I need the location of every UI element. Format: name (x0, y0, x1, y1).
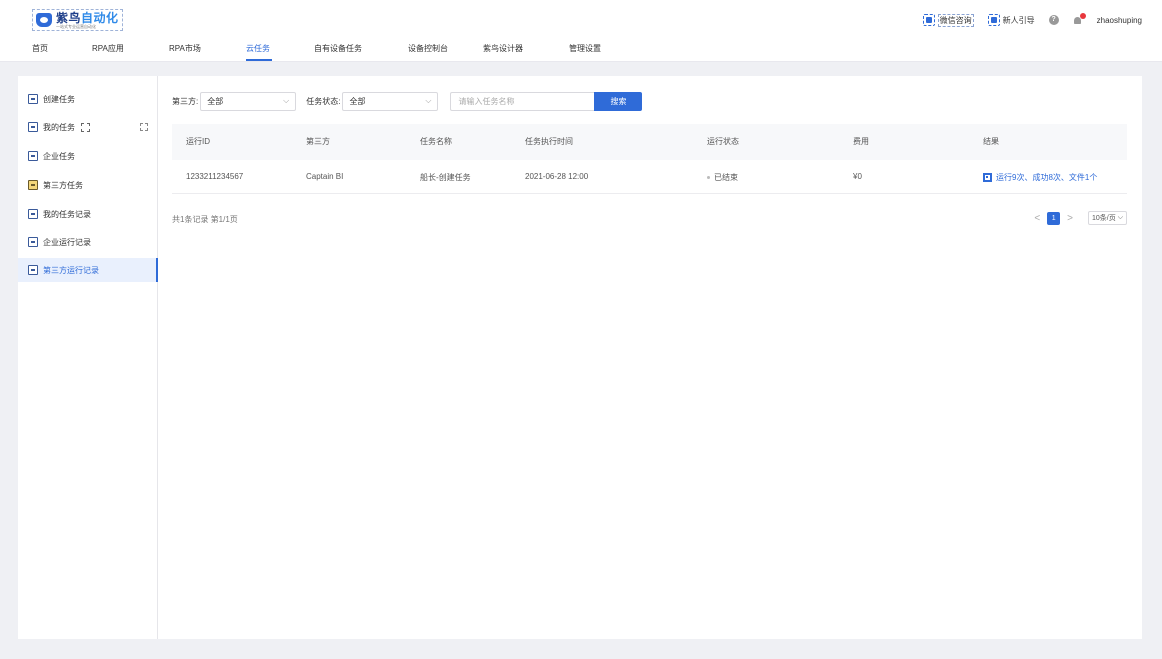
task-name-search-input[interactable]: 请输入任务名称 (450, 91, 595, 111)
guide-icon (987, 14, 1000, 26)
enterprise-task-icon (28, 151, 38, 161)
nav-designer[interactable]: 紫鸟设计器 (483, 43, 523, 54)
sidebar-item-third-party-tasks[interactable]: 第三方任务 (18, 173, 158, 197)
nav-device-console[interactable]: 设备控制台 (408, 43, 448, 54)
wechat-consult-button[interactable]: 微信咨询 (922, 13, 974, 27)
cell-third-party: Captain BI (306, 172, 344, 181)
user-menu[interactable]: zhaoshuping (1097, 16, 1142, 25)
enterprise-record-icon (28, 237, 38, 247)
table-header: 运行ID 第三方 任务名称 任务执行时间 运行状态 费用 结果 (172, 124, 1127, 160)
nav-home[interactable]: 首页 (32, 43, 48, 54)
qr-code-icon (983, 173, 992, 182)
column-header: 运行状态 (707, 137, 739, 146)
brand-name: 紫鸟自动化 (56, 10, 119, 25)
column-header: 运行ID (186, 137, 210, 146)
notifications-button[interactable] (1073, 13, 1086, 25)
nav-own-device-tasks[interactable]: 自有设备任务 (314, 43, 362, 54)
sidebar-item-my-task-records[interactable]: 我的任务记录 (18, 202, 158, 226)
nav-rpa-apps[interactable]: RPA应用 (92, 43, 124, 54)
brand-logo-icon (36, 13, 52, 27)
cell-run-id: 1233211234567 (186, 172, 244, 181)
third-party-task-icon (28, 180, 38, 190)
chevron-down-icon: ⌵ (1117, 214, 1123, 221)
notification-badge (1079, 13, 1086, 19)
record-summary: 共1条记录 第1/1页 (172, 215, 238, 224)
column-header: 结果 (983, 137, 999, 146)
pagination: < 1 > 10条/页 ⌵ (1027, 210, 1127, 226)
nav-rpa-market[interactable]: RPA市场 (169, 43, 201, 54)
next-page-button[interactable]: > (1067, 213, 1073, 224)
my-record-icon (28, 209, 38, 219)
newbie-guide-button[interactable]: 新人引导 (987, 14, 1035, 26)
cell-exec-time: 2021-06-28 12:00 (525, 172, 589, 181)
search-button[interactable]: 搜索 (594, 91, 643, 111)
help-button[interactable]: ? (1048, 15, 1059, 25)
expand-icon[interactable] (140, 123, 148, 131)
help-icon: ? (1048, 15, 1059, 25)
cell-task-name: 船长-创建任务 (420, 173, 471, 182)
username: zhaoshuping (1096, 15, 1142, 25)
sidebar: 创建任务 我的任务 企业任务 第三方任务 我的任务记录 企业运行记录 第三方运行… (18, 76, 158, 639)
page-size-select[interactable]: 10条/页 ⌵ (1088, 211, 1127, 225)
placeholder-icon (81, 122, 90, 132)
column-header: 费用 (853, 137, 869, 146)
column-header: 任务执行时间 (525, 137, 573, 146)
nav-active-indicator (246, 59, 272, 61)
prev-page-button[interactable]: < (1034, 213, 1040, 224)
top-header: 紫鸟自动化 一站式专业运营自动化 首页 RPA应用 RPA市场 云任务 自有设备… (0, 0, 1162, 62)
table-footer: 共1条记录 第1/1页 < 1 > 10条/页 ⌵ (172, 210, 1127, 230)
third-party-select[interactable]: 全部 ⌵ (200, 91, 297, 111)
chevron-down-icon: ⌵ (425, 95, 432, 105)
brand-tagline: 一站式专业运营自动化 (56, 23, 96, 29)
sidebar-item-create-task[interactable]: 创建任务 (18, 87, 158, 111)
table-row: 1233211234567 Captain BI 船长-创建任务 2021-06… (172, 160, 1127, 194)
content-area: 第三方: 全部 ⌵ 任务状态: 全部 ⌵ 请输入任务名称 搜索 运行ID 第三方… (158, 76, 1142, 639)
header-actions: 微信咨询 新人引导 ? zhaoshuping (909, 10, 1142, 30)
sidebar-item-my-tasks[interactable]: 我的任务 (18, 115, 158, 139)
create-task-icon (28, 94, 38, 104)
sidebar-item-enterprise-run-records[interactable]: 企业运行记录 (18, 230, 158, 254)
filter-bar: 第三方: 全部 ⌵ 任务状态: 全部 ⌵ 请输入任务名称 搜索 (172, 91, 643, 111)
wechat-icon (922, 14, 935, 26)
sidebar-item-enterprise-tasks[interactable]: 企业任务 (18, 144, 158, 168)
status-filter-label: 任务状态: (306, 96, 341, 106)
main-panel: 创建任务 我的任务 企业任务 第三方任务 我的任务记录 企业运行记录 第三方运行… (18, 76, 1142, 639)
column-header: 第三方 (306, 137, 330, 146)
brand-logo[interactable]: 紫鸟自动化 一站式专业运营自动化 (32, 9, 123, 31)
third-party-record-icon (28, 265, 38, 275)
status-dot-icon (707, 176, 710, 180)
nav-admin-settings[interactable]: 管理设置 (569, 43, 601, 54)
cell-result-link[interactable]: 运行9次、成功8次、文件1个 (983, 172, 1097, 183)
third-party-filter-label: 第三方: (172, 96, 199, 106)
run-records-table: 运行ID 第三方 任务名称 任务执行时间 运行状态 费用 结果 12332112… (172, 124, 1127, 194)
column-header: 任务名称 (420, 137, 452, 146)
my-task-icon (28, 122, 38, 132)
cell-status: 已结束 (707, 172, 738, 183)
bell-icon (1073, 13, 1086, 25)
chevron-down-icon: ⌵ (283, 95, 290, 105)
cell-cost: ¥0 (853, 172, 862, 181)
nav-cloud-tasks[interactable]: 云任务 (246, 43, 270, 54)
page-1-button[interactable]: 1 (1047, 211, 1061, 225)
status-select[interactable]: 全部 ⌵ (342, 91, 439, 111)
sidebar-item-third-party-run-records[interactable]: 第三方运行记录 (18, 258, 158, 282)
